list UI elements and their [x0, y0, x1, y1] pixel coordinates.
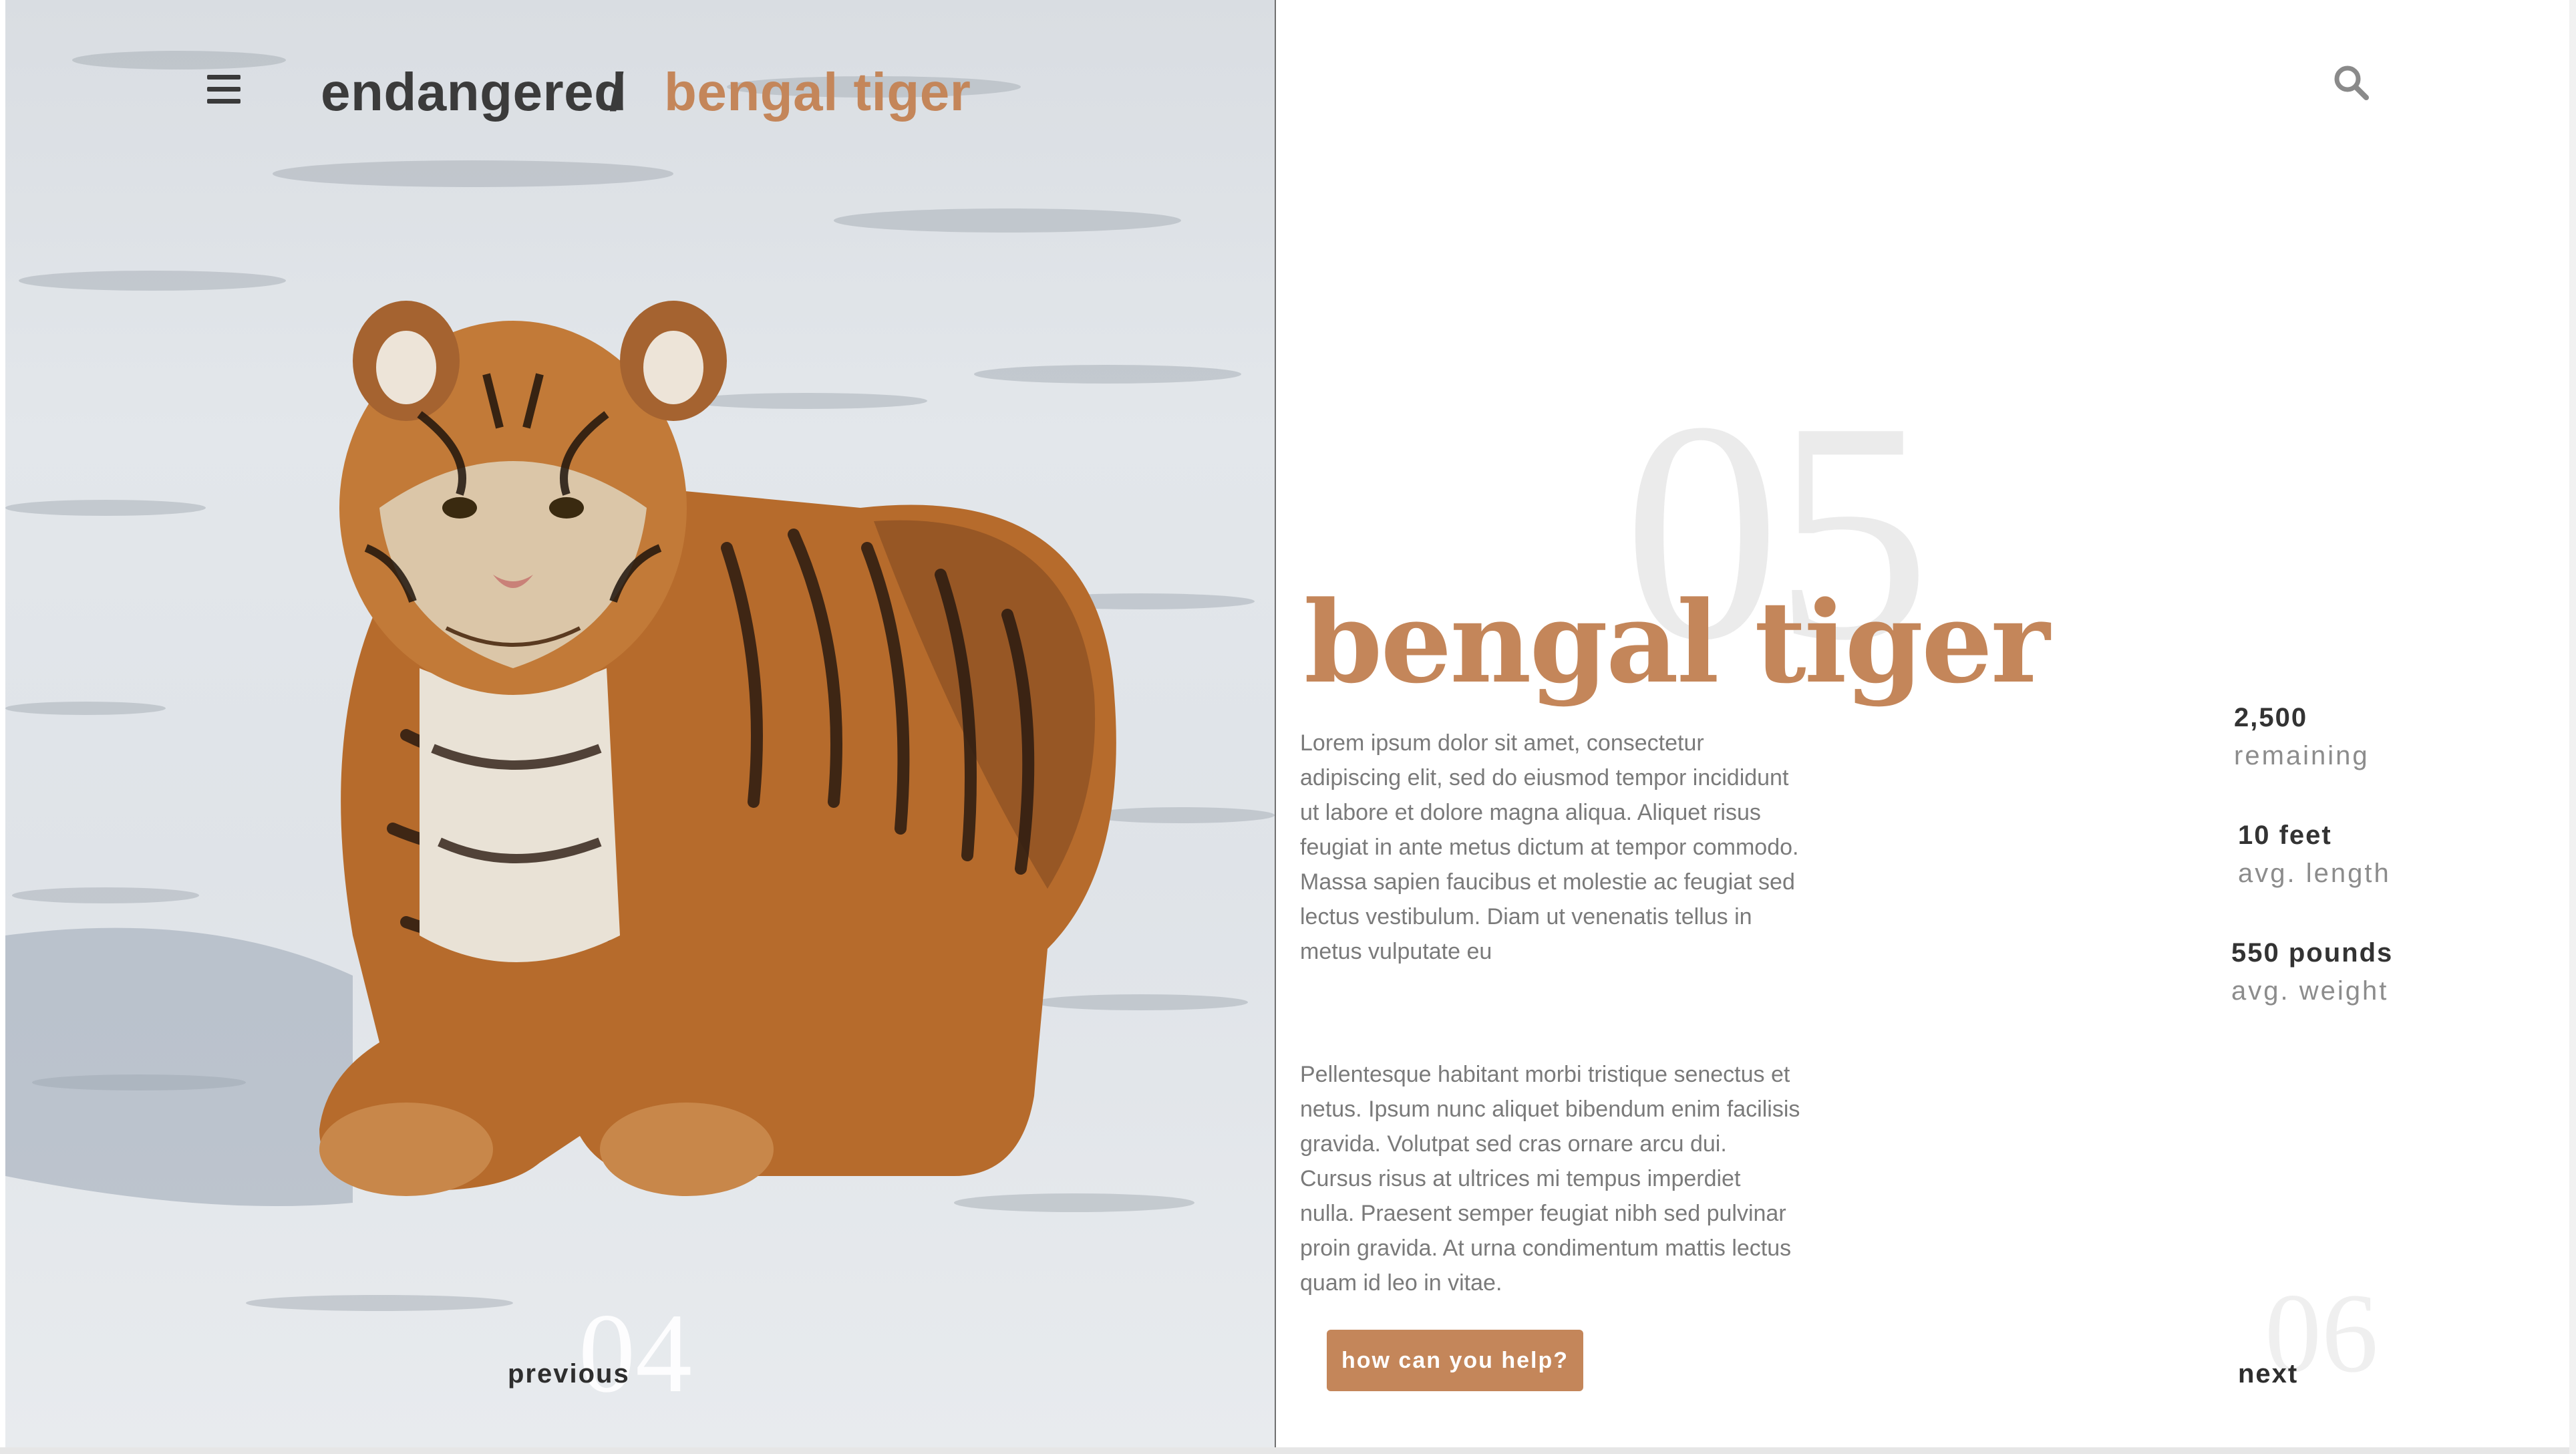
menu-bar — [207, 75, 240, 80]
next-link[interactable]: next — [2238, 1359, 2298, 1389]
breadcrumb-separator: / — [609, 62, 625, 122]
bottom-divider — [0, 1447, 2576, 1454]
how-can-you-help-button[interactable]: how can you help? — [1327, 1330, 1583, 1391]
search-icon[interactable] — [2331, 63, 2372, 103]
stat-label: avg. weight — [2231, 976, 2389, 1006]
previous-number: 04 — [579, 1290, 692, 1416]
menu-bar — [207, 99, 240, 104]
stat-label: avg. length — [2238, 859, 2391, 888]
stat-length: 10 feet avg. length — [2238, 821, 2438, 889]
hamburger-menu-icon[interactable] — [207, 75, 240, 104]
stat-value: 550 pounds — [2231, 938, 2394, 968]
stat-label: remaining — [2234, 741, 2370, 770]
previous-link[interactable]: previous — [508, 1359, 630, 1389]
page-title: bengal tiger — [1304, 575, 2050, 708]
breadcrumb-current: bengal tiger — [664, 62, 971, 122]
stat-remaining: 2,500 remaining — [2234, 703, 2434, 771]
stat-weight: 550 pounds avg. weight — [2231, 938, 2432, 1006]
tiger-photo: endangered / bengal tiger 04 previous — [5, 0, 1276, 1447]
stat-value: 10 feet — [2238, 821, 2332, 850]
right-edge — [2569, 0, 2576, 1454]
description-paragraph-2: Pellentesque habitant morbi tristique se… — [1300, 1062, 1800, 1296]
description-paragraph-1: Lorem ipsum dolor sit amet, consectetur … — [1300, 730, 1799, 964]
page: endangered / bengal tiger 04 previous 05… — [0, 0, 2576, 1454]
tiger-photo-illustration — [5, 51, 1275, 1311]
breadcrumb-root[interactable]: endangered — [321, 61, 627, 123]
stat-value: 2,500 — [2234, 703, 2308, 732]
menu-bar — [207, 87, 240, 92]
